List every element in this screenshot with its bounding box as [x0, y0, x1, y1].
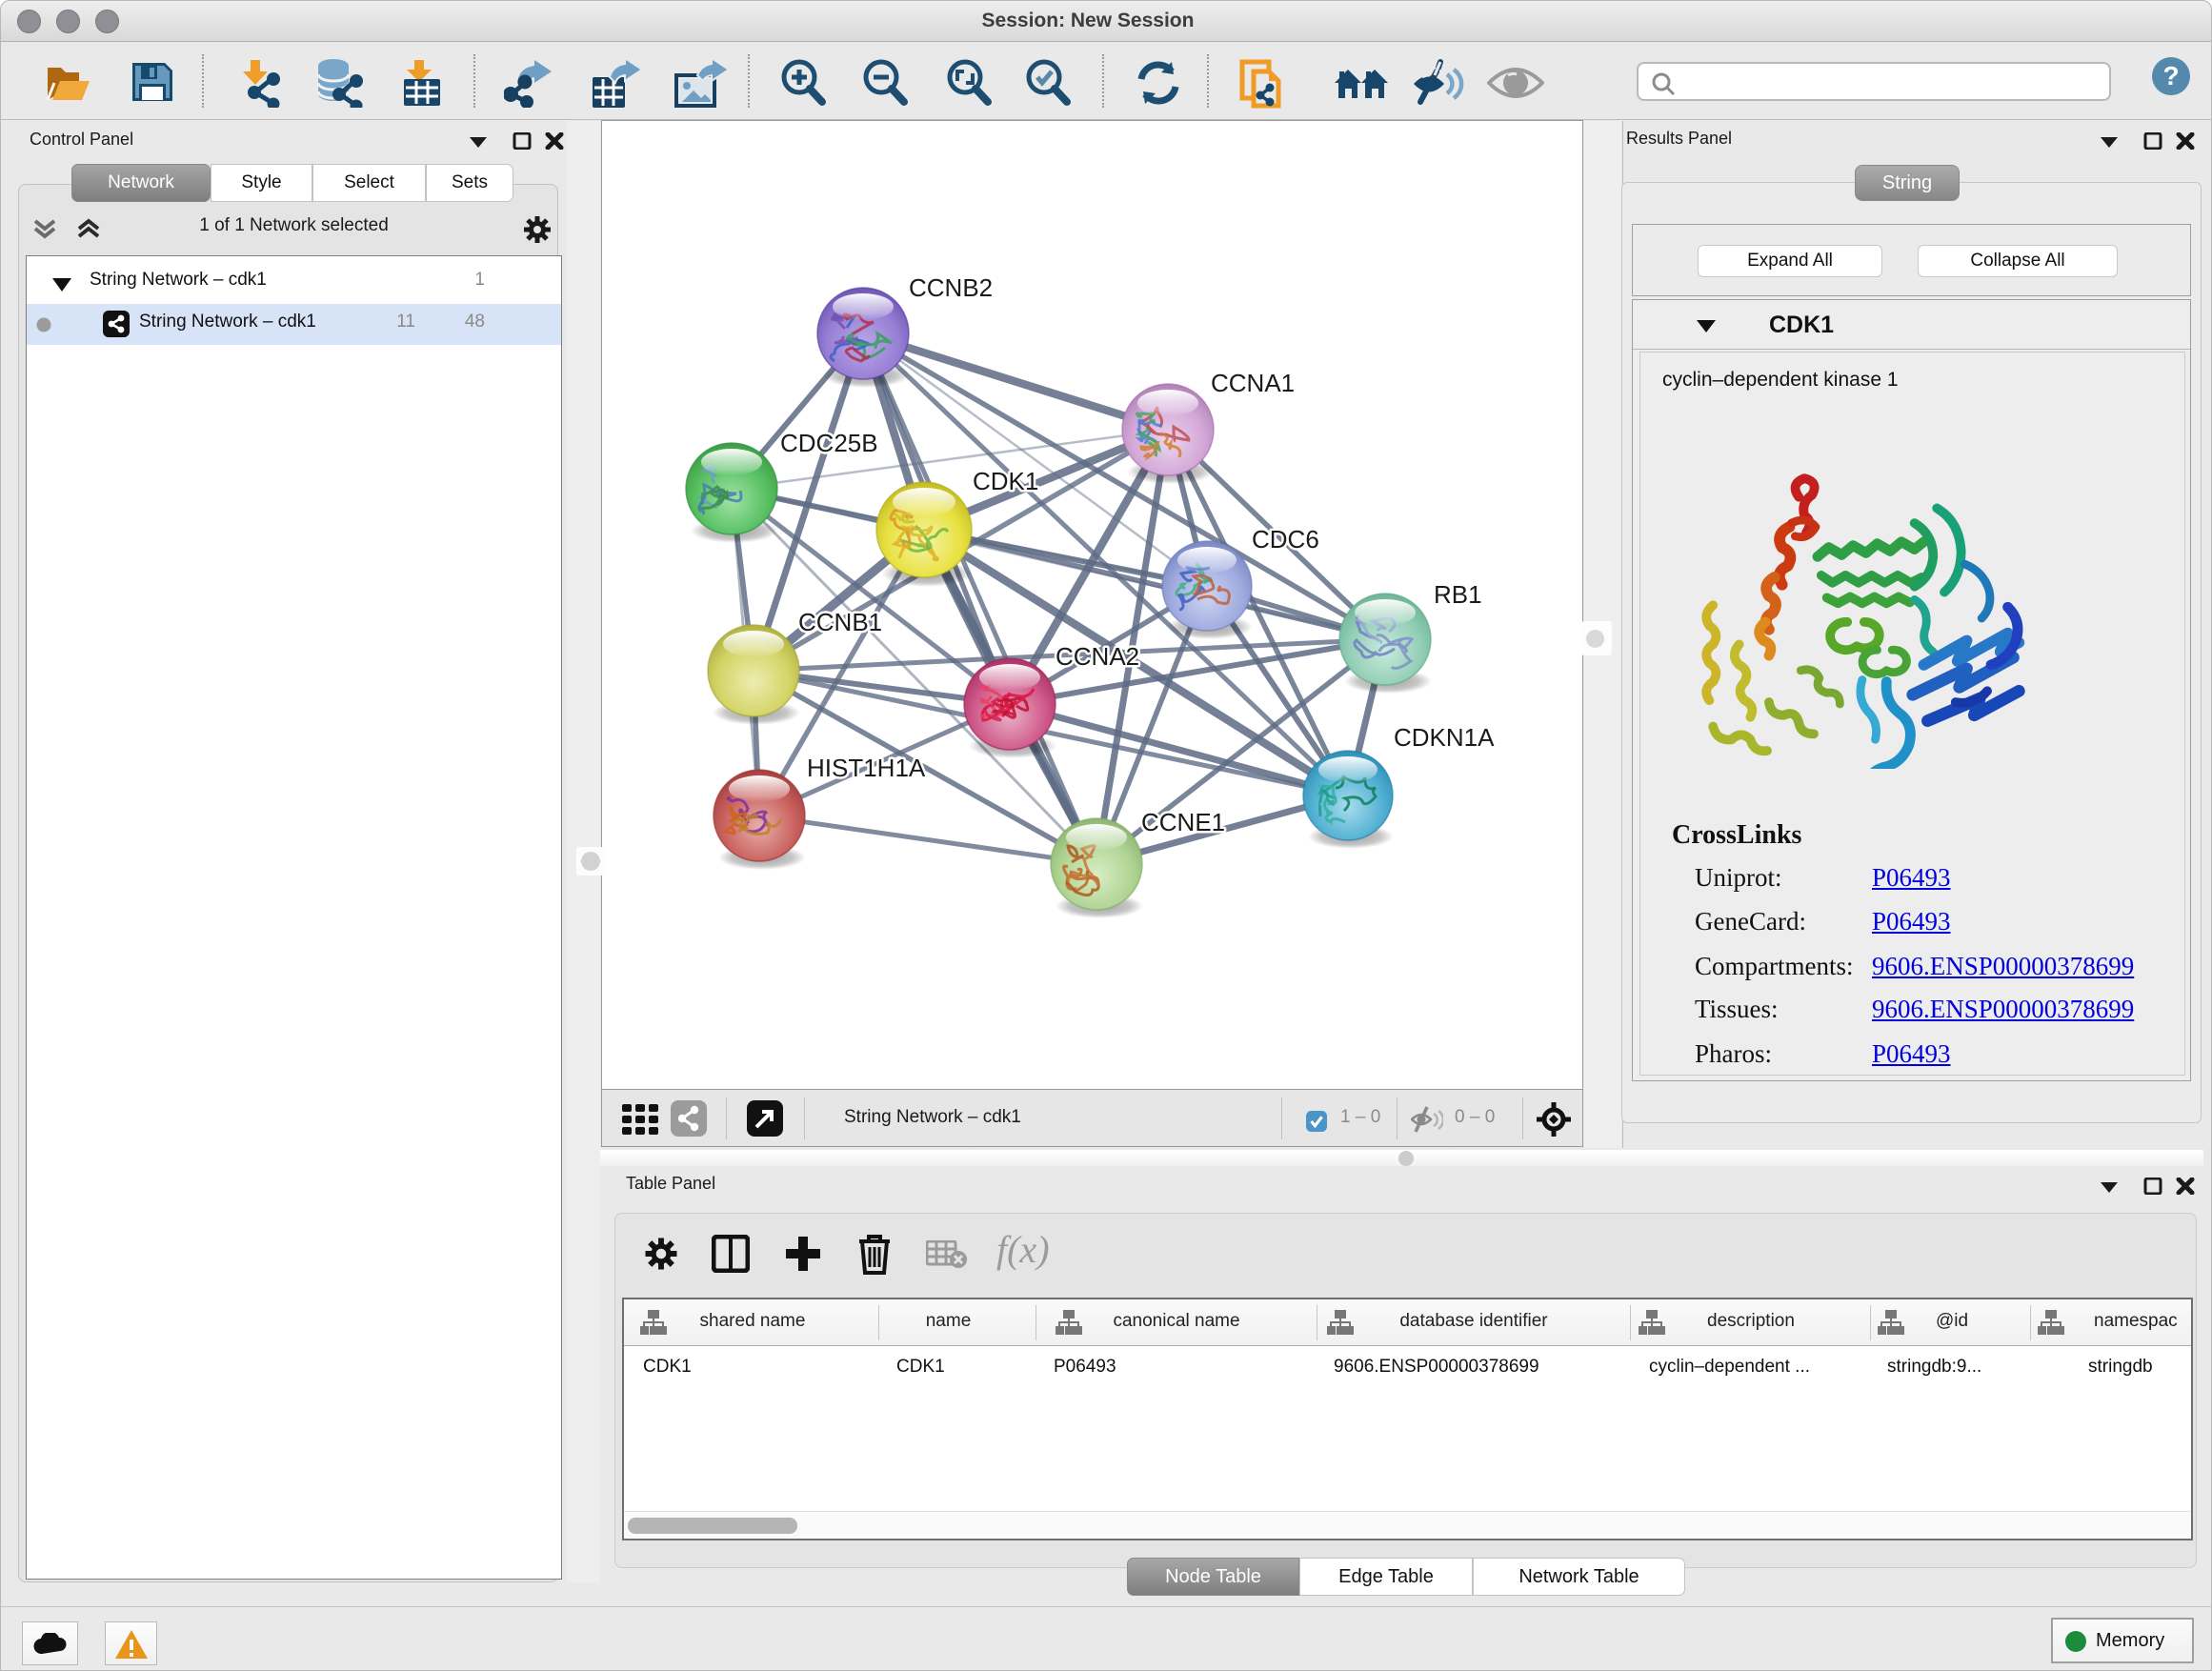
svg-text:CCNA2: CCNA2 — [1056, 642, 1139, 671]
svg-text:CCNB2: CCNB2 — [909, 273, 993, 302]
svg-text:CCNE1: CCNE1 — [1141, 808, 1225, 836]
svg-text:CDC25B: CDC25B — [780, 429, 878, 457]
svg-text:CDKN1A: CDKN1A — [1394, 723, 1495, 752]
svg-text:CCNA1: CCNA1 — [1211, 369, 1295, 397]
svg-text:CDK1: CDK1 — [973, 467, 1038, 495]
svg-text:RB1: RB1 — [1434, 580, 1482, 609]
svg-text:CCNB1: CCNB1 — [798, 608, 882, 636]
svg-text:CDC6: CDC6 — [1252, 525, 1319, 554]
svg-text:HIST1H1A: HIST1H1A — [807, 754, 926, 782]
svg-text:?: ? — [2162, 61, 2179, 91]
